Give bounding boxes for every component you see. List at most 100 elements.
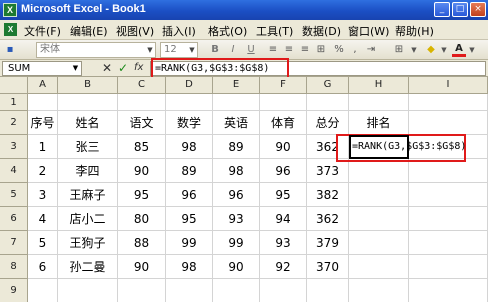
cell-b8[interactable]: 孙二曼: [58, 255, 118, 279]
cell-c1[interactable]: [118, 94, 166, 111]
name-box[interactable]: SUM ▼: [2, 61, 82, 76]
row-header-9[interactable]: 9: [0, 279, 28, 302]
row-header-3[interactable]: 3: [0, 135, 28, 159]
cell-b7[interactable]: 王狗子: [58, 231, 118, 255]
menu-help[interactable]: 帮助(H): [395, 23, 434, 39]
cell-e9[interactable]: [213, 279, 260, 302]
chevron-down-icon[interactable]: ▼: [410, 43, 418, 57]
cell-b1[interactable]: [58, 94, 118, 111]
cell-d3[interactable]: 98: [166, 135, 213, 159]
cell-f6[interactable]: 94: [260, 207, 307, 231]
cell-h7[interactable]: [349, 231, 409, 255]
cell-d5[interactable]: 96: [166, 183, 213, 207]
row-header-5[interactable]: 5: [0, 183, 28, 207]
row-header-1[interactable]: 1: [0, 94, 28, 111]
menu-window[interactable]: 窗口(W): [348, 23, 389, 39]
cell-i5[interactable]: [409, 183, 488, 207]
cell-f2[interactable]: 体育: [260, 111, 307, 135]
cell-c2[interactable]: 语文: [118, 111, 166, 135]
maximize-button[interactable]: □: [452, 2, 468, 17]
column-header-e[interactable]: E: [213, 77, 260, 94]
underline-button[interactable]: U: [244, 43, 258, 57]
align-right-icon[interactable]: ≡: [298, 43, 312, 57]
menu-tools[interactable]: 工具(T): [256, 23, 293, 39]
row-header-6[interactable]: 6: [0, 207, 28, 231]
align-left-icon[interactable]: ≡: [266, 43, 280, 57]
cell-e1[interactable]: [213, 94, 260, 111]
cell-h4[interactable]: [349, 159, 409, 183]
cell-i8[interactable]: [409, 255, 488, 279]
cell-b9[interactable]: [58, 279, 118, 302]
column-header-c[interactable]: C: [118, 77, 166, 94]
cell-f7[interactable]: 93: [260, 231, 307, 255]
cell-a3[interactable]: 1: [28, 135, 58, 159]
menu-edit[interactable]: 编辑(E): [70, 23, 108, 39]
row-header-8[interactable]: 8: [0, 255, 28, 279]
row-header-4[interactable]: 4: [0, 159, 28, 183]
column-header-d[interactable]: D: [166, 77, 213, 94]
cell-g3[interactable]: 362: [307, 135, 349, 159]
cell-i1[interactable]: [409, 94, 488, 111]
chevron-down-icon[interactable]: ▼: [468, 43, 476, 57]
cell-b5[interactable]: 王麻子: [58, 183, 118, 207]
cell-a4[interactable]: 2: [28, 159, 58, 183]
cell-g5[interactable]: 382: [307, 183, 349, 207]
cell-e6[interactable]: 93: [213, 207, 260, 231]
cell-e2[interactable]: 英语: [213, 111, 260, 135]
cell-d8[interactable]: 98: [166, 255, 213, 279]
cell-a9[interactable]: [28, 279, 58, 302]
column-header-h[interactable]: H: [349, 77, 409, 94]
cell-g8[interactable]: 370: [307, 255, 349, 279]
borders-icon[interactable]: ⊞: [392, 43, 406, 57]
cell-g4[interactable]: 373: [307, 159, 349, 183]
cell-a8[interactable]: 6: [28, 255, 58, 279]
cell-c7[interactable]: 88: [118, 231, 166, 255]
align-center-icon[interactable]: ≡: [282, 43, 296, 57]
cell-g1[interactable]: [307, 94, 349, 111]
cell-a2[interactable]: 序号: [28, 111, 58, 135]
menu-file[interactable]: 文件(F): [24, 23, 61, 39]
cell-a1[interactable]: [28, 94, 58, 111]
cell-i6[interactable]: [409, 207, 488, 231]
cell-f5[interactable]: 95: [260, 183, 307, 207]
menu-format[interactable]: 格式(O): [208, 23, 247, 39]
cell-f4[interactable]: 96: [260, 159, 307, 183]
percent-icon[interactable]: %: [332, 43, 346, 57]
cell-e8[interactable]: 90: [213, 255, 260, 279]
font-color-icon[interactable]: A: [452, 43, 466, 57]
active-cell-h3[interactable]: =RANK(G3,$G$3:$G$8): [349, 135, 466, 159]
cell-b6[interactable]: 店小二: [58, 207, 118, 231]
cell-d6[interactable]: 95: [166, 207, 213, 231]
font-name-select[interactable]: 宋体 ▼: [36, 42, 156, 58]
menu-data[interactable]: 数据(D): [302, 23, 341, 39]
cell-g2[interactable]: 总分: [307, 111, 349, 135]
cell-e7[interactable]: 99: [213, 231, 260, 255]
minimize-button[interactable]: _: [434, 2, 450, 17]
cell-h6[interactable]: [349, 207, 409, 231]
cell-a7[interactable]: 5: [28, 231, 58, 255]
cell-a5[interactable]: 3: [28, 183, 58, 207]
menu-insert[interactable]: 插入(I): [162, 23, 196, 39]
cell-f8[interactable]: 92: [260, 255, 307, 279]
cell-i4[interactable]: [409, 159, 488, 183]
cell-e3[interactable]: 89: [213, 135, 260, 159]
cell-f1[interactable]: [260, 94, 307, 111]
column-header-a[interactable]: A: [28, 77, 58, 94]
cell-d4[interactable]: 89: [166, 159, 213, 183]
cell-d1[interactable]: [166, 94, 213, 111]
save-icon[interactable]: ▪: [3, 43, 17, 57]
cell-e4[interactable]: 98: [213, 159, 260, 183]
cell-c5[interactable]: 95: [118, 183, 166, 207]
cell-i2[interactable]: [409, 111, 488, 135]
cell-i9[interactable]: [409, 279, 488, 302]
cell-c6[interactable]: 80: [118, 207, 166, 231]
column-header-g[interactable]: G: [307, 77, 349, 94]
cell-d9[interactable]: [166, 279, 213, 302]
indent-icon[interactable]: ⇥: [364, 43, 378, 57]
cell-d7[interactable]: 99: [166, 231, 213, 255]
cell-g7[interactable]: 379: [307, 231, 349, 255]
cell-d2[interactable]: 数学: [166, 111, 213, 135]
cell-h2[interactable]: 排名: [349, 111, 409, 135]
workbook-icon[interactable]: X: [4, 23, 17, 36]
column-header-f[interactable]: F: [260, 77, 307, 94]
